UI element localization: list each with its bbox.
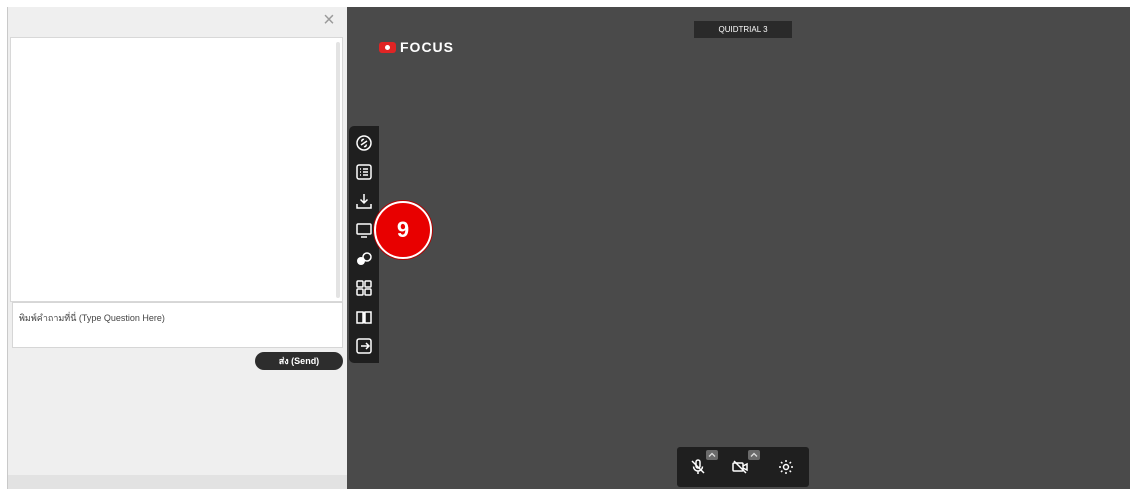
chat-header: × (8, 7, 348, 35)
chevron-up-icon[interactable] (706, 450, 718, 460)
chat-panel: × ส่ง (Send) (7, 7, 348, 489)
scrollbar[interactable] (336, 42, 340, 298)
close-icon[interactable]: × (320, 10, 338, 30)
chat-messages[interactable] (10, 37, 343, 302)
brand-logo: FOCUS (379, 39, 454, 55)
camera-off-icon[interactable] (731, 458, 749, 476)
exit-icon[interactable] (352, 333, 376, 359)
link-icon[interactable] (352, 130, 376, 156)
room-name-badge: QUIDTRIAL 3 (694, 21, 792, 38)
download-icon[interactable] (352, 188, 376, 214)
book-icon[interactable] (352, 304, 376, 330)
question-input[interactable] (12, 302, 343, 348)
share-icon[interactable] (352, 246, 376, 272)
grid-icon[interactable] (352, 275, 376, 301)
mic-muted-icon[interactable] (689, 458, 707, 476)
settings-icon[interactable] (777, 458, 795, 476)
whiteboard-icon[interactable] (352, 217, 376, 243)
list-icon[interactable] (352, 159, 376, 185)
chevron-up-icon[interactable] (748, 450, 760, 460)
send-button[interactable]: ส่ง (Send) (255, 352, 343, 370)
logo-icon (379, 41, 396, 53)
video-stage: FOCUS QUIDTRIAL 3 (347, 7, 1130, 489)
chat-footer (8, 475, 348, 489)
side-toolbar (349, 126, 379, 363)
step-marker: 9 (374, 201, 432, 259)
media-controls (677, 447, 809, 487)
logo-text: FOCUS (400, 39, 454, 55)
